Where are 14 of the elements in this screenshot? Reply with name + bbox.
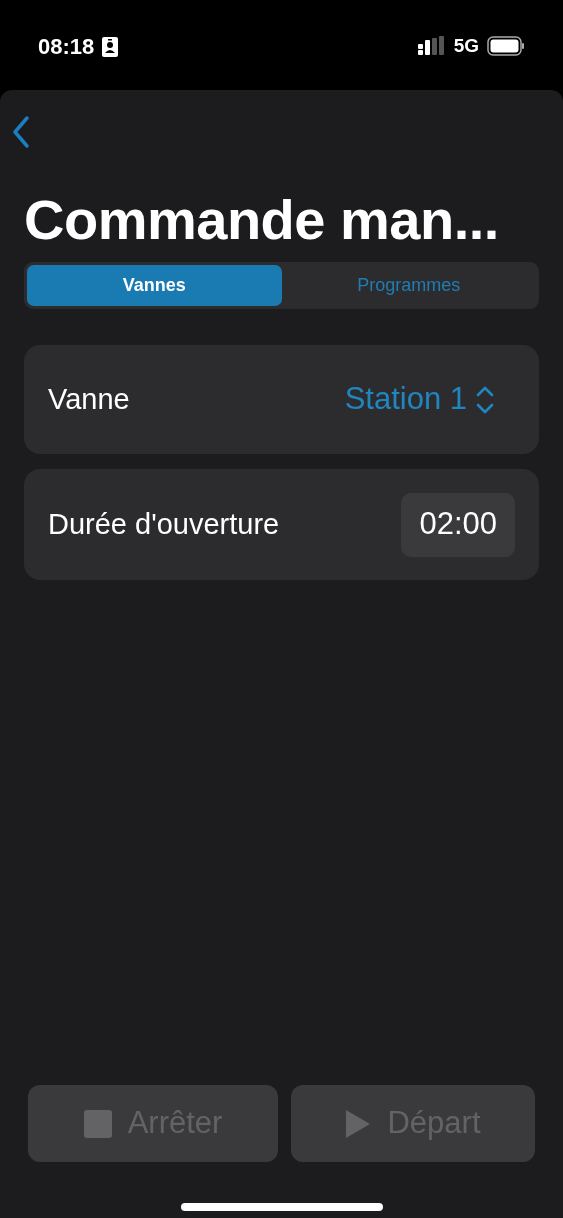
page-title: Commande man... (24, 192, 500, 248)
signal-icon (417, 36, 446, 57)
status-time: 08:18 (38, 33, 95, 61)
segment-tab[interactable]: Programmes (281, 265, 536, 306)
segment-tab[interactable]: Vannes (27, 265, 282, 306)
play-icon (345, 1108, 372, 1139)
battery-icon (487, 36, 525, 57)
picker-button[interactable]: Station 1 (344, 376, 495, 423)
row-label: Durée d'ouverture (48, 506, 280, 542)
stop-icon (83, 1109, 112, 1138)
duration-field[interactable]: 02:00 (401, 492, 515, 557)
row-label: Vanne (48, 381, 130, 417)
badge-icon (102, 36, 119, 57)
network-label: 5G (453, 34, 479, 58)
